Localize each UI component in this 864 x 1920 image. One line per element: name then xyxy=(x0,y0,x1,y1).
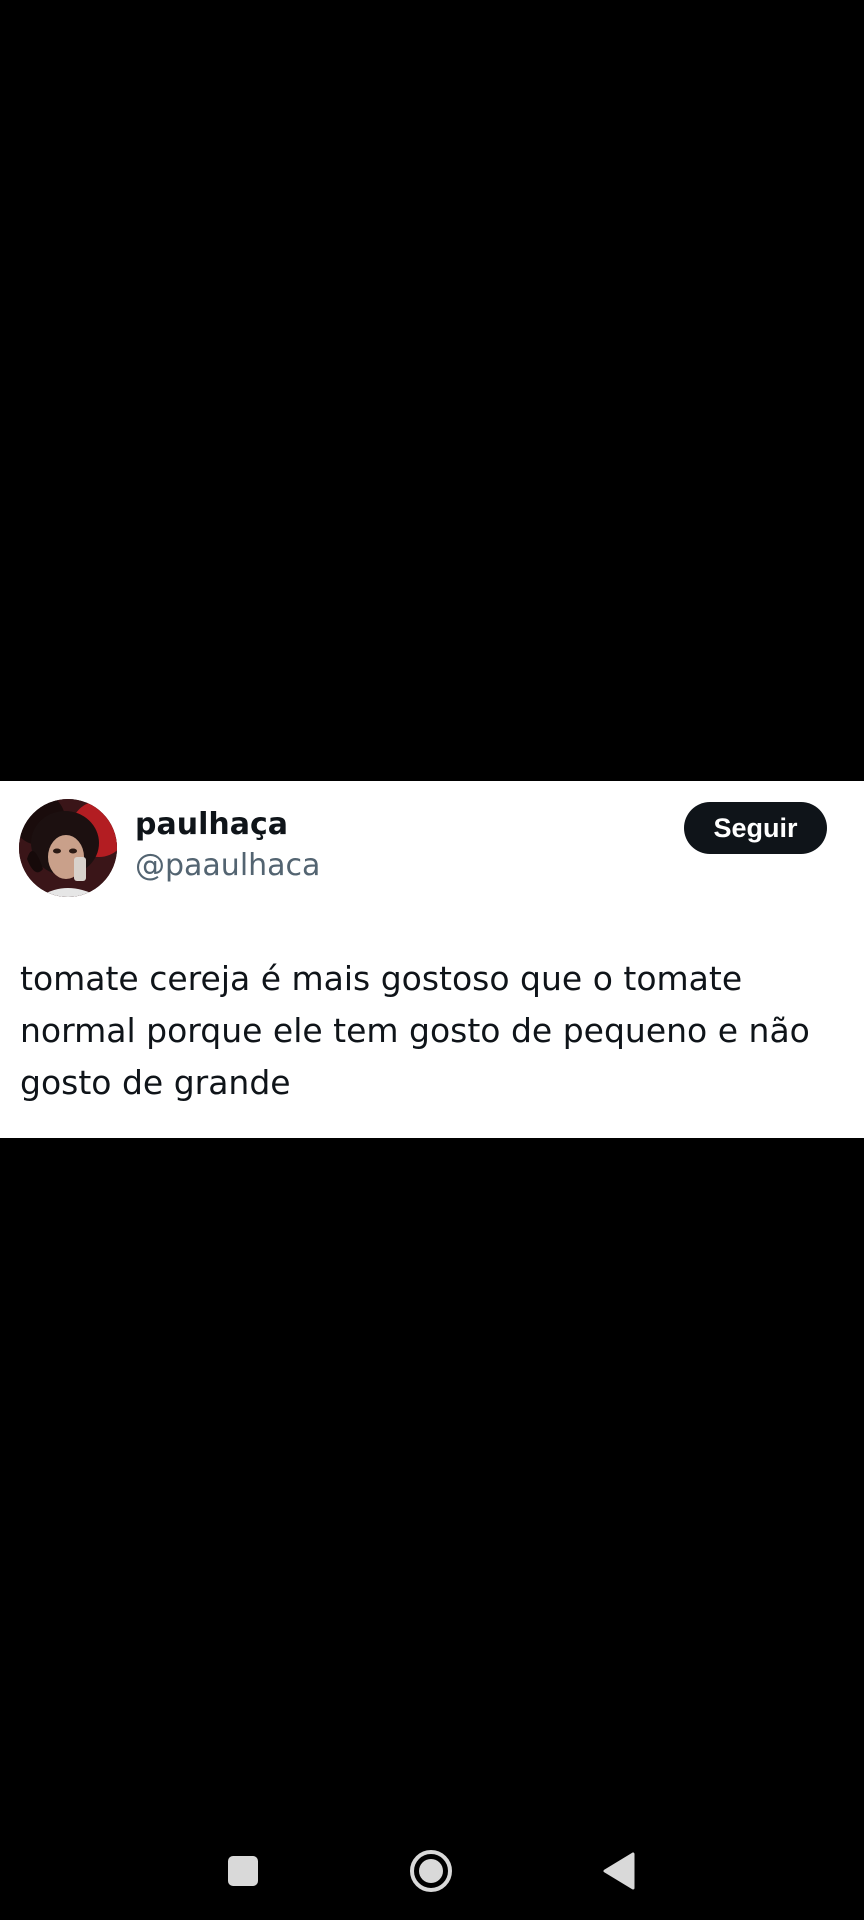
display-name[interactable]: paulhaça xyxy=(135,807,288,842)
avatar[interactable] xyxy=(19,799,117,897)
square-icon xyxy=(228,1856,258,1886)
home-button[interactable] xyxy=(406,1846,456,1896)
circle-home-icon xyxy=(410,1850,452,1892)
back-button[interactable] xyxy=(594,1846,644,1896)
follow-button[interactable]: Seguir xyxy=(684,802,827,854)
tweet-text: tomate cereja é mais gostoso que o tomat… xyxy=(20,959,810,1102)
triangle-back-icon xyxy=(603,1852,635,1890)
tweet-card[interactable]: paulhaça @paaulhaca Seguir tomate cereja… xyxy=(0,781,864,1138)
system-navigation-bar xyxy=(0,1820,864,1920)
avatar-image xyxy=(19,799,117,897)
user-handle[interactable]: @paaulhaca xyxy=(135,848,320,883)
recents-button[interactable] xyxy=(218,1846,268,1896)
screen: paulhaça @paaulhaca Seguir tomate cereja… xyxy=(0,0,864,1920)
